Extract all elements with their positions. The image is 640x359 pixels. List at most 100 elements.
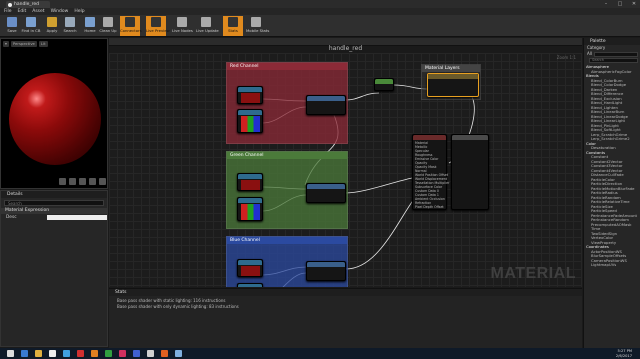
desc-label: Desc [6, 215, 17, 220]
make-material-attributes-node[interactable]: Material Metallic Specular Roughness Emissi… [412, 134, 449, 210]
cylinder-icon[interactable] [59, 178, 66, 185]
chrome-icon[interactable] [105, 350, 112, 357]
app-icon[interactable] [175, 350, 182, 357]
live-update-button[interactable]: Live Update [196, 16, 219, 36]
material-layers-node[interactable] [427, 73, 479, 97]
perspective-button[interactable]: Perspective [10, 41, 37, 47]
palette-search-input[interactable]: Search [584, 57, 640, 63]
red-color-node-header [238, 87, 262, 92]
red-texture-node[interactable] [237, 109, 263, 133]
home-icon [85, 17, 95, 27]
teapot-icon[interactable] [99, 178, 106, 185]
stats-line: Base pass shader with only dynamic light… [117, 304, 239, 309]
menu-file[interactable]: File [4, 8, 12, 15]
magnifier-folder-icon [26, 17, 36, 27]
live-update-icon [201, 17, 211, 27]
connectors-button[interactable]: Connectors [120, 16, 142, 36]
red-blend-node[interactable] [306, 95, 346, 115]
close-icon[interactable]: ✕ [630, 1, 638, 7]
live-preview-button[interactable]: Live Preview [146, 16, 170, 36]
red-color-node[interactable] [237, 86, 263, 104]
mobile-stats-icon [251, 17, 261, 27]
viewport-options-button[interactable]: ▾ [3, 41, 9, 47]
app-icon[interactable] [77, 350, 84, 357]
red-color-swatch [241, 93, 260, 103]
material-watermark: MATERIAL [490, 265, 576, 282]
save-icon [7, 17, 17, 27]
material-output-node[interactable] [451, 134, 489, 210]
plane-icon[interactable] [79, 178, 86, 185]
search-button[interactable]: Search [60, 16, 80, 36]
clean-up-button[interactable]: Clean Up [98, 16, 118, 36]
green-color-node-header [238, 174, 262, 179]
menu-window[interactable]: Window [51, 8, 69, 15]
taskbar-clock[interactable]: 5:27 PM 2/6/2017 [616, 349, 632, 358]
window-controls: – □ ✕ [602, 1, 638, 7]
document-tab[interactable]: handle_red [6, 1, 50, 8]
minimize-icon[interactable]: – [602, 1, 610, 7]
title-bar: handle_red – □ ✕ [0, 0, 640, 8]
blue-blend-node[interactable] [306, 261, 346, 281]
unreal-taskbar-icon[interactable] [49, 350, 56, 357]
cube-icon[interactable] [89, 178, 96, 185]
function-node[interactable] [374, 78, 394, 91]
material-preview-sphere [9, 73, 101, 165]
apply-icon [47, 17, 57, 27]
details-search-input[interactable]: Search [4, 200, 104, 206]
app-icon[interactable] [91, 350, 98, 357]
stats-tab[interactable]: Stats [109, 289, 582, 296]
mobile-stats-button[interactable]: Mobile Stats [246, 16, 269, 36]
material-output-header [452, 135, 488, 140]
material-graph[interactable]: Zoom 1:1 Red Channel Green Channel Blue … [109, 53, 582, 287]
blue-texture-node-header [238, 284, 262, 287]
app-icon[interactable] [147, 350, 154, 357]
start-icon[interactable] [7, 350, 14, 357]
live-nodes-icon [177, 17, 187, 27]
viewport-controls: ▾ Perspective Lit [3, 41, 48, 47]
red-channel-label: Red Channel [227, 63, 347, 70]
green-channel-label: Green Channel [227, 152, 347, 159]
app-icon[interactable] [133, 350, 140, 357]
ie-icon[interactable] [21, 350, 28, 357]
stats-button[interactable]: Stats [223, 16, 243, 36]
menu-help[interactable]: Help [74, 8, 84, 15]
folder-icon[interactable] [35, 350, 42, 357]
live-nodes-button[interactable]: Live Nodes [172, 16, 193, 36]
details-panel: Details Search Material Expression Desc [0, 190, 108, 347]
search-icon [65, 17, 75, 27]
palette-item[interactable]: LightmapUVs [584, 263, 640, 268]
blue-color-node-header [238, 260, 262, 265]
home-button[interactable]: Home [80, 16, 100, 36]
green-texture-node[interactable] [237, 197, 263, 221]
graph-title: handle_red [328, 45, 363, 52]
windows-taskbar: 5:27 PM 2/6/2017 [0, 348, 640, 359]
stats-icon [228, 17, 238, 27]
find-in-cb-button[interactable]: Find in CB [21, 16, 41, 36]
red-texture-node-header [238, 110, 262, 115]
palette-list: Atmosphere AtmosphericFogColor Blends Bl… [584, 63, 640, 268]
palette-tab[interactable]: Palette [584, 38, 640, 45]
preview-viewport[interactable]: ▾ Perspective Lit [0, 38, 108, 189]
green-color-swatch [241, 180, 260, 190]
save-button[interactable]: Save [2, 16, 22, 36]
live-preview-icon [151, 17, 161, 27]
menu-edit[interactable]: Edit [18, 8, 27, 15]
blue-channel-label: Blue Channel [227, 237, 347, 244]
maximize-icon[interactable]: □ [616, 1, 624, 7]
blue-color-swatch [241, 266, 260, 276]
toolbar: Save Find in CB Apply Search Home Clean … [0, 15, 640, 37]
app-icon[interactable] [161, 350, 168, 357]
lit-button[interactable]: Lit [38, 41, 48, 47]
app-icon[interactable] [63, 350, 70, 357]
blue-texture-node[interactable] [237, 283, 263, 287]
menu-asset[interactable]: Asset [32, 8, 44, 15]
apply-button[interactable]: Apply [42, 16, 62, 36]
blue-color-node[interactable] [237, 259, 263, 277]
app-icon[interactable] [119, 350, 126, 357]
details-tab[interactable]: Details [1, 191, 107, 198]
green-color-node[interactable] [237, 173, 263, 191]
red-blend-node-header [307, 96, 345, 101]
sphere-icon[interactable] [69, 178, 76, 185]
green-blend-node[interactable] [306, 183, 346, 203]
desc-field[interactable] [46, 215, 107, 220]
